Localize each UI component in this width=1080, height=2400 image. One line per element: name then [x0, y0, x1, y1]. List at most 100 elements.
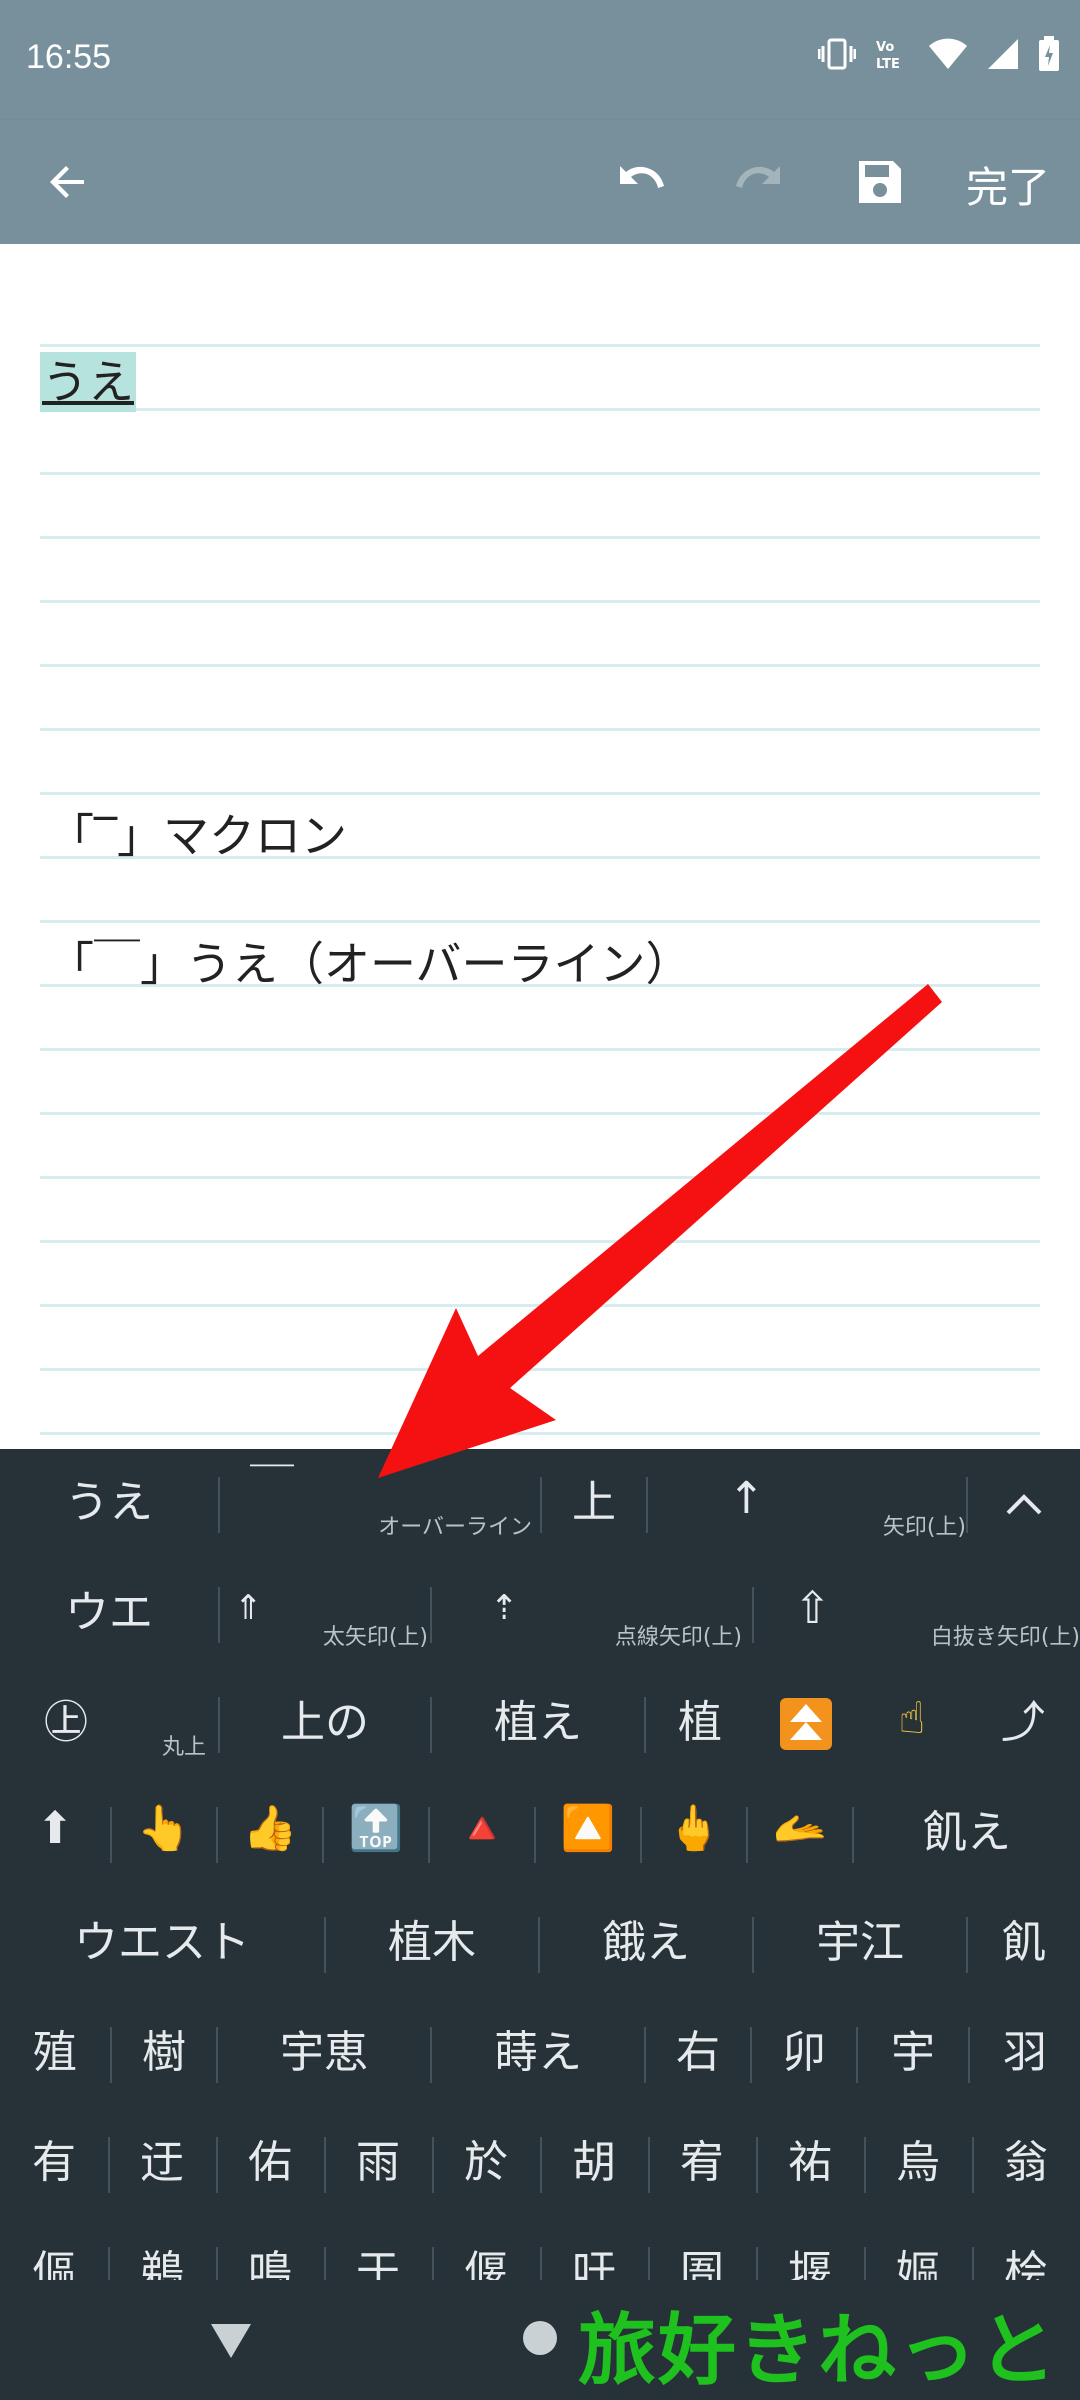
- note-line-macron[interactable]: 「‾」マクロン: [48, 800, 347, 866]
- rule-line: [40, 1112, 1040, 1115]
- candidate-key[interactable]: ⤴: [966, 1669, 1080, 1779]
- candidate-key[interactable]: 偃: [432, 2219, 540, 2280]
- candidate-key[interactable]: 傴: [0, 2219, 108, 2280]
- candidate-key[interactable]: 🔺: [430, 1779, 534, 1889]
- candidate-key[interactable]: 桧: [972, 2219, 1080, 2280]
- candidate-row: 傴 鵜 鳴 于 偃 吁 圄 堰 嫗 桧: [0, 2219, 1080, 2280]
- selected-text[interactable]: うえ: [40, 352, 136, 412]
- candidate-key[interactable]: ↑ 矢印(上): [648, 1449, 966, 1559]
- volte-icon: Vo LTE: [874, 37, 910, 71]
- battery-icon: [1038, 36, 1060, 72]
- candidate-key[interactable]: 🖕: [642, 1779, 746, 1889]
- candidate-key[interactable]: 有: [0, 2109, 108, 2219]
- svg-text:Vo: Vo: [876, 40, 894, 55]
- undo-button[interactable]: [604, 146, 676, 218]
- candidate-key[interactable]: 翁: [972, 2109, 1080, 2219]
- rule-line: [40, 1304, 1040, 1307]
- candidate-key[interactable]: 🔼: [536, 1779, 640, 1889]
- candidate-key[interactable]: ￣ オーバーライン: [220, 1449, 540, 1559]
- candidate-key[interactable]: 胡: [540, 2109, 648, 2219]
- candidate-key[interactable]: 宇: [858, 1999, 968, 2109]
- candidate-key[interactable]: 上の: [220, 1669, 430, 1779]
- note-line-overline[interactable]: 「￣」うえ（オーバーライン）: [48, 928, 692, 994]
- candidate-key[interactable]: 植え: [432, 1669, 644, 1779]
- candidate-key[interactable]: 殖: [0, 1999, 110, 2109]
- candidate-key[interactable]: 上: [542, 1449, 646, 1559]
- save-button[interactable]: [844, 146, 916, 218]
- candidate-key[interactable]: [754, 1669, 858, 1779]
- candidate-key[interactable]: 餓え: [540, 1889, 752, 1999]
- rule-line: [40, 536, 1040, 539]
- candidate-key[interactable]: 飢え: [854, 1779, 1080, 1889]
- candidate-key[interactable]: 吁: [540, 2219, 648, 2280]
- candidate-key[interactable]: 右: [646, 1999, 750, 2109]
- candidate-key[interactable]: 宇恵: [218, 1999, 430, 2109]
- candidate-key[interactable]: 宥: [648, 2109, 756, 2219]
- candidate-key[interactable]: ウエスト: [0, 1889, 324, 1999]
- candidate-key[interactable]: 圄: [648, 2219, 756, 2280]
- candidate-key[interactable]: 烏: [864, 2109, 972, 2219]
- signal-icon: [986, 37, 1020, 71]
- ime-candidate-keyboard: うえ ￣ オーバーライン 上 ↑ 矢印(上) ウエ ⇑ 太矢印(上) ⇡ 点線矢印(上)…: [0, 1449, 1080, 2280]
- rule-line: [40, 1368, 1040, 1371]
- candidate-row: うえ ￣ オーバーライン 上 ↑ 矢印(上): [0, 1449, 1080, 1559]
- candidate-key[interactable]: 鵜: [108, 2219, 216, 2280]
- candidate-row: ⬆ 👆 👍 🔝 🔺 🔼 🖕 🫴 飢え: [0, 1779, 1080, 1889]
- candidate-key[interactable]: 🫴: [748, 1779, 852, 1889]
- rule-line: [40, 1176, 1040, 1179]
- done-button[interactable]: 完了: [966, 154, 1050, 215]
- rule-line: [40, 600, 1040, 603]
- candidate-key[interactable]: ⇧ 白抜き矢印(上): [754, 1559, 1080, 1669]
- candidate-key[interactable]: 樹: [112, 1999, 216, 2109]
- nav-back-button[interactable]: [196, 2306, 266, 2376]
- candidate-key[interactable]: 蒔え: [432, 1999, 644, 2109]
- app-toolbar: 完了: [0, 120, 1080, 244]
- candidate-key[interactable]: 鳴: [216, 2219, 324, 2280]
- rule-line: [40, 728, 1040, 731]
- candidate-key[interactable]: 👆: [112, 1779, 216, 1889]
- candidate-key[interactable]: 宇江: [754, 1889, 966, 1999]
- candidate-key[interactable]: 👍: [218, 1779, 322, 1889]
- candidate-row: 有 迂 佑 雨 於 胡 宥 祐 烏 翁: [0, 2109, 1080, 2219]
- candidate-key[interactable]: 嫗: [864, 2219, 972, 2280]
- candidate-key[interactable]: ㊤丸上: [0, 1669, 218, 1779]
- redo-button[interactable]: [724, 146, 796, 218]
- expand-candidates-button[interactable]: [968, 1449, 1080, 1559]
- candidate-key[interactable]: 雨: [324, 2109, 432, 2219]
- rule-line: [40, 1240, 1040, 1243]
- candidate-row: ㊤丸上 上の 植え 植 ☝ ⤴: [0, 1669, 1080, 1779]
- note-editor[interactable]: うえ 「‾」マクロン 「￣」うえ（オーバーライン）: [0, 244, 1080, 1449]
- candidate-key[interactable]: 堰: [756, 2219, 864, 2280]
- save-icon: [859, 161, 901, 203]
- candidate-key[interactable]: ⇡ 点線矢印(上): [432, 1559, 752, 1669]
- candidate-key[interactable]: 植: [646, 1669, 754, 1779]
- candidate-key[interactable]: ⬆: [0, 1779, 110, 1889]
- redo-icon: [736, 166, 780, 188]
- candidate-key[interactable]: 迂: [108, 2109, 216, 2219]
- candidate-row: ウエスト 植木 餓え 宇江 飢: [0, 1889, 1080, 1999]
- undo-icon: [620, 166, 664, 188]
- arrow-left-icon: [50, 166, 84, 198]
- candidate-key[interactable]: 祐: [756, 2109, 864, 2219]
- candidate-key[interactable]: ⇑ 太矢印(上): [220, 1559, 430, 1669]
- candidate-key[interactable]: ウエ: [0, 1559, 218, 1669]
- wifi-icon: [928, 37, 968, 71]
- candidate-key[interactable]: 卯: [752, 1999, 856, 2109]
- status-bar: 16:55 Vo LTE: [0, 0, 1080, 120]
- vibrate-icon: [818, 37, 856, 71]
- nav-home-button[interactable]: [512, 2310, 568, 2366]
- candidate-key[interactable]: 羽: [970, 1999, 1080, 2109]
- watermark-text: 旅好きねっと: [578, 2306, 1059, 2396]
- circle-home-icon: [523, 2321, 557, 2355]
- back-button[interactable]: [32, 146, 104, 218]
- rule-line: [40, 344, 1040, 347]
- candidate-key[interactable]: 🔝: [324, 1779, 428, 1889]
- svg-text:LTE: LTE: [876, 57, 900, 71]
- candidate-key[interactable]: 佑: [216, 2109, 324, 2219]
- candidate-key[interactable]: うえ: [0, 1449, 218, 1559]
- candidate-key[interactable]: 於: [432, 2109, 540, 2219]
- candidate-key[interactable]: 于: [324, 2219, 432, 2280]
- candidate-key[interactable]: 植木: [326, 1889, 538, 1999]
- candidate-key[interactable]: 飢: [968, 1889, 1080, 1999]
- candidate-key[interactable]: ☝: [858, 1669, 966, 1779]
